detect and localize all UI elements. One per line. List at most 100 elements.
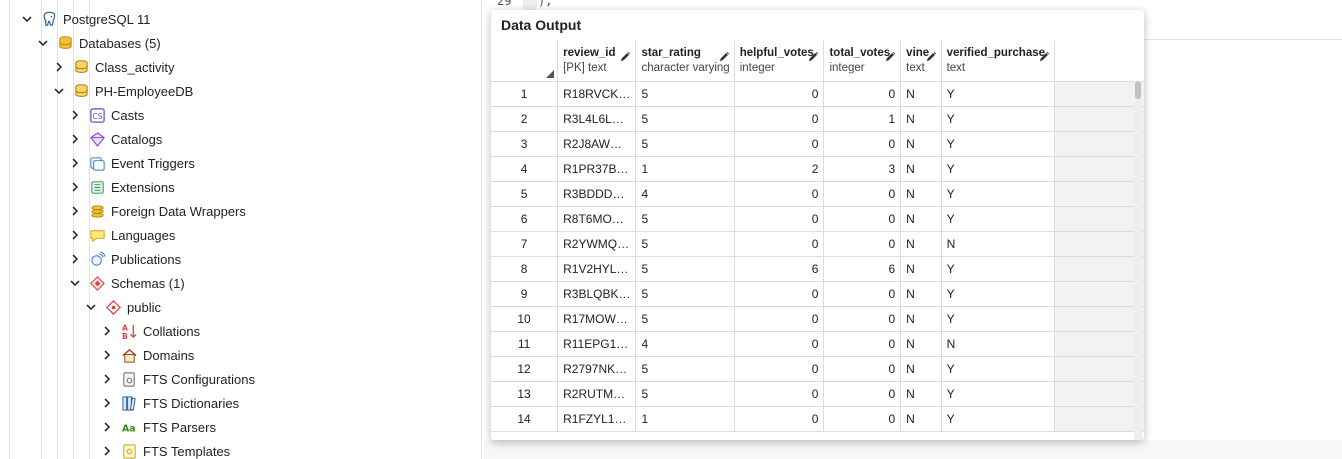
cell-vine[interactable]: N xyxy=(900,106,942,132)
table-row[interactable]: 8 R1V2HYL… 5 6 6 N Y xyxy=(491,256,1144,282)
cell-verified-purchase[interactable]: Y xyxy=(941,156,1055,182)
cell-star-rating[interactable]: 5 xyxy=(635,231,735,257)
cell-total-votes[interactable]: 6 xyxy=(823,256,902,282)
expand-chevron-icon[interactable] xyxy=(52,60,66,74)
row-number[interactable]: 1 xyxy=(491,81,559,107)
expand-chevron-icon[interactable] xyxy=(68,180,82,194)
cell-total-votes[interactable]: 1 xyxy=(823,106,902,132)
row-number[interactable]: 4 xyxy=(491,156,559,182)
row-number[interactable]: 5 xyxy=(491,181,559,207)
table-row[interactable]: 14 R1FZYL1… 1 0 0 N Y xyxy=(491,406,1144,432)
expand-chevron-icon[interactable] xyxy=(100,348,114,362)
cell-star-rating[interactable]: 4 xyxy=(635,181,735,207)
cell-total-votes[interactable]: 0 xyxy=(823,356,902,382)
collapse-chevron-icon[interactable] xyxy=(36,36,50,50)
tree-node-catalogs[interactable]: Catalogs xyxy=(68,127,162,151)
collapse-chevron-icon[interactable] xyxy=(52,84,66,98)
tree-node-fts-templates[interactable]: FTS Templates xyxy=(100,439,230,459)
cell-verified-purchase[interactable]: Y xyxy=(941,281,1055,307)
edit-column-pencil-icon[interactable] xyxy=(884,50,898,64)
edit-column-pencil-icon[interactable] xyxy=(718,50,732,64)
table-row[interactable]: 3 R2J8AW… 5 0 0 N Y xyxy=(491,131,1144,157)
row-number[interactable]: 13 xyxy=(491,381,559,407)
tree-node-class-activity[interactable]: Class_activity xyxy=(52,55,174,79)
cell-star-rating[interactable]: 5 xyxy=(635,281,735,307)
cell-helpful-votes[interactable]: 0 xyxy=(734,306,825,332)
cell-total-votes[interactable]: 0 xyxy=(823,231,902,257)
cell-star-rating[interactable]: 1 xyxy=(635,406,735,432)
table-row[interactable]: 2 R3L4L6L… 5 0 1 N Y xyxy=(491,106,1144,132)
row-number[interactable]: 12 xyxy=(491,356,559,382)
column-header-helpful-votes[interactable]: helpful_votes integer xyxy=(734,41,825,82)
cell-vine[interactable]: N xyxy=(900,81,942,107)
cell-star-rating[interactable]: 5 xyxy=(635,81,735,107)
cell-review-id[interactable]: R18RVCK… xyxy=(557,81,637,107)
cell-verified-purchase[interactable]: Y xyxy=(941,106,1055,132)
cell-star-rating[interactable]: 4 xyxy=(635,331,735,357)
row-number[interactable]: 2 xyxy=(491,106,559,132)
tree-node-extensions[interactable]: Extensions xyxy=(68,175,175,199)
column-header-verified-purchase[interactable]: verified_purchase text xyxy=(941,41,1055,82)
cell-helpful-votes[interactable]: 0 xyxy=(734,281,825,307)
cell-helpful-votes[interactable]: 0 xyxy=(734,356,825,382)
cell-star-rating[interactable]: 5 xyxy=(635,356,735,382)
cell-star-rating[interactable]: 5 xyxy=(635,131,735,157)
column-header-review-id[interactable]: review_id [PK] text xyxy=(557,41,637,82)
cell-vine[interactable]: N xyxy=(900,331,942,357)
cell-review-id[interactable]: R3BLQBK… xyxy=(557,281,637,307)
cell-star-rating[interactable]: 5 xyxy=(635,256,735,282)
cell-review-id[interactable]: R1FZYL1… xyxy=(557,406,637,432)
tree-node-schemas-1[interactable]: Schemas (1) xyxy=(68,271,185,295)
cell-total-votes[interactable]: 0 xyxy=(823,181,902,207)
table-row[interactable]: 5 R3BDDD… 4 0 0 N Y xyxy=(491,181,1144,207)
column-header-total-votes[interactable]: total_votes integer xyxy=(823,41,902,82)
expand-chevron-icon[interactable] xyxy=(100,444,114,458)
collapse-chevron-icon[interactable] xyxy=(68,276,82,290)
tree-node-postgresql-11[interactable]: PostgreSQL 11 xyxy=(20,7,150,31)
cell-vine[interactable]: N xyxy=(900,206,942,232)
tree-node-publications[interactable]: Publications xyxy=(68,247,181,271)
select-all-icon[interactable] xyxy=(546,69,555,78)
cell-verified-purchase[interactable]: N xyxy=(941,331,1055,357)
cell-verified-purchase[interactable]: Y xyxy=(941,306,1055,332)
tree-node-casts[interactable]: CS Casts xyxy=(68,103,144,127)
expand-chevron-icon[interactable] xyxy=(68,108,82,122)
cell-total-votes[interactable]: 0 xyxy=(823,206,902,232)
cell-total-votes[interactable]: 0 xyxy=(823,281,902,307)
expand-chevron-icon[interactable] xyxy=(68,252,82,266)
cell-verified-purchase[interactable]: N xyxy=(941,231,1055,257)
cell-total-votes[interactable]: 3 xyxy=(823,156,902,182)
cell-helpful-votes[interactable]: 0 xyxy=(734,106,825,132)
row-number[interactable]: 6 xyxy=(491,206,559,232)
cell-verified-purchase[interactable]: Y xyxy=(941,356,1055,382)
tree-node-foreign-data-wrappers[interactable]: Foreign Data Wrappers xyxy=(68,199,246,223)
row-header-corner[interactable] xyxy=(491,41,559,82)
tree-node-databases-5[interactable]: Databases (5) xyxy=(36,31,161,55)
row-number[interactable]: 14 xyxy=(491,406,559,432)
cell-vine[interactable]: N xyxy=(900,356,942,382)
collapse-chevron-icon[interactable] xyxy=(84,300,98,314)
cell-helpful-votes[interactable]: 0 xyxy=(734,406,825,432)
column-header-star-rating[interactable]: star_rating character varying xyxy=(635,41,735,82)
table-row[interactable]: 4 R1PR37B… 1 2 3 N Y xyxy=(491,156,1144,182)
cell-total-votes[interactable]: 0 xyxy=(823,406,902,432)
cell-verified-purchase[interactable]: Y xyxy=(941,406,1055,432)
cell-helpful-votes[interactable]: 0 xyxy=(734,206,825,232)
cell-star-rating[interactable]: 5 xyxy=(635,381,735,407)
table-row[interactable]: 13 R2RUTM… 5 0 0 N Y xyxy=(491,381,1144,407)
cell-total-votes[interactable]: 0 xyxy=(823,81,902,107)
expand-chevron-icon[interactable] xyxy=(100,324,114,338)
cell-star-rating[interactable]: 1 xyxy=(635,156,735,182)
edit-column-pencil-icon[interactable] xyxy=(925,50,939,64)
cell-verified-purchase[interactable]: Y xyxy=(941,131,1055,157)
cell-star-rating[interactable]: 5 xyxy=(635,306,735,332)
tree-node-collations[interactable]: A B Collations xyxy=(100,319,200,343)
expand-chevron-icon[interactable] xyxy=(100,372,114,386)
edit-column-pencil-icon[interactable] xyxy=(807,50,821,64)
cell-vine[interactable]: N xyxy=(900,131,942,157)
cell-verified-purchase[interactable]: Y xyxy=(941,381,1055,407)
cell-helpful-votes[interactable]: 2 xyxy=(734,156,825,182)
collapse-chevron-icon[interactable] xyxy=(20,12,34,26)
cell-total-votes[interactable]: 0 xyxy=(823,131,902,157)
row-number[interactable]: 8 xyxy=(491,256,559,282)
